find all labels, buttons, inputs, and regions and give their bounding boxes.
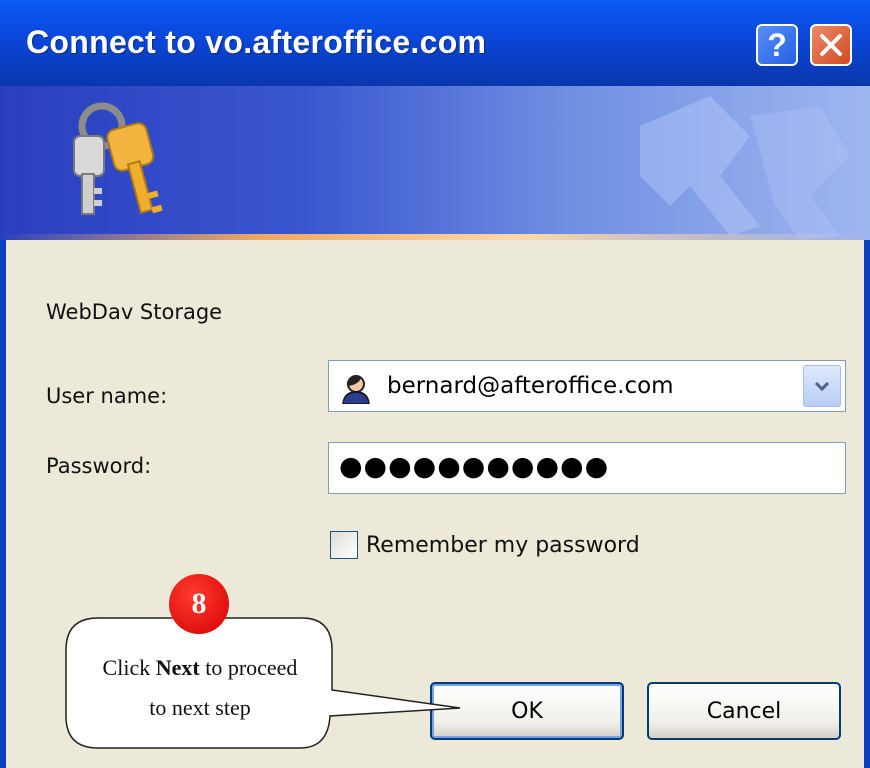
remember-password-option[interactable]: Remember my password	[330, 528, 640, 562]
callout-line2: to next step	[149, 695, 251, 720]
cancel-button[interactable]: Cancel	[647, 682, 841, 740]
remember-password-checkbox[interactable]	[330, 531, 358, 559]
callout-bold-word: Next	[155, 655, 200, 680]
watermark-key-icon	[640, 96, 850, 240]
password-field[interactable]: ●●●●●●●●●●●	[328, 442, 846, 494]
username-combobox[interactable]: bernard@afteroffice.com	[328, 360, 846, 412]
keys-icon	[73, 102, 163, 215]
password-label: Password:	[46, 454, 152, 478]
dialog-banner	[0, 86, 870, 240]
callout-text: Click Next to proceed to next step	[68, 648, 332, 728]
username-value: bernard@afteroffice.com	[387, 373, 674, 399]
window-title: Connect to vo.afteroffice.com	[26, 24, 487, 60]
banner-glow	[0, 234, 870, 240]
callout-line1: Click Next to proceed	[102, 655, 298, 680]
user-icon	[342, 375, 370, 404]
close-icon	[820, 34, 842, 56]
help-button[interactable]: ?	[756, 24, 798, 66]
remember-password-label[interactable]: Remember my password	[366, 533, 640, 558]
username-label: User name:	[46, 384, 168, 408]
chevron-down-icon	[814, 381, 830, 392]
close-button[interactable]	[810, 24, 852, 66]
site-label: WebDav Storage	[46, 300, 223, 324]
password-value: ●●●●●●●●●●●	[339, 451, 610, 482]
username-dropdown-button[interactable]	[803, 365, 841, 407]
step-number-badge: 8	[169, 574, 229, 634]
ok-button[interactable]: OK	[430, 682, 624, 740]
title-bar[interactable]: Connect to vo.afteroffice.com ?	[0, 0, 870, 86]
